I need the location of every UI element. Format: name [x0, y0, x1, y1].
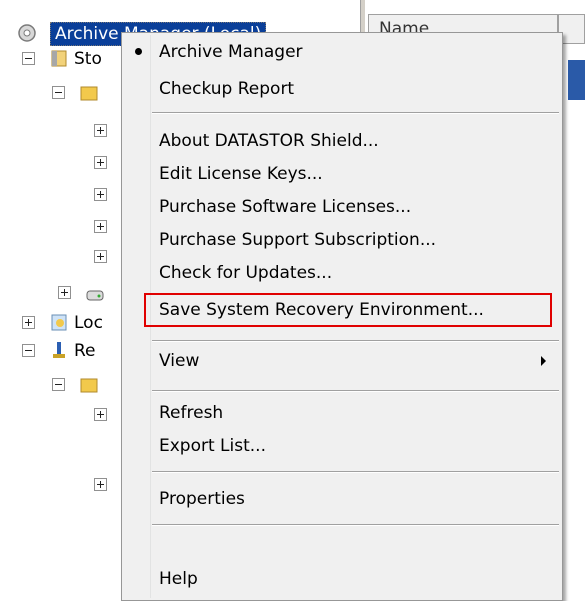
- menu-item-view[interactable]: View: [159, 348, 199, 374]
- menu-separator: [152, 471, 559, 473]
- tree-node-item[interactable]: [94, 246, 114, 270]
- archive-manager-icon: [18, 24, 36, 42]
- tree-node-drive[interactable]: [58, 282, 128, 306]
- local-icon: [51, 314, 67, 331]
- tree-node-child[interactable]: [52, 374, 122, 398]
- folder-icon: [80, 378, 98, 393]
- menu-item-refresh[interactable]: Refresh: [159, 400, 223, 426]
- collapse-icon[interactable]: [22, 52, 35, 65]
- context-menu: Archive Manager Checkup Report About DAT…: [121, 32, 563, 601]
- tree-node-storage[interactable]: Sto: [22, 48, 132, 72]
- collapse-icon[interactable]: [52, 86, 65, 99]
- highlight-box: [144, 293, 552, 327]
- expand-icon[interactable]: [94, 408, 107, 421]
- submenu-arrow-icon: [541, 356, 546, 366]
- menu-separator: [152, 112, 559, 114]
- expand-icon[interactable]: [94, 124, 107, 137]
- menu-separator: [152, 390, 559, 392]
- tree-node-child[interactable]: [52, 82, 132, 106]
- menu-item-check-for-updates[interactable]: Check for Updates...: [159, 260, 332, 286]
- menu-item-about[interactable]: About DATASTOR Shield...: [159, 128, 379, 154]
- tree-node-item[interactable]: [94, 184, 114, 208]
- menu-item-purchase-software-licenses[interactable]: Purchase Software Licenses...: [159, 194, 411, 220]
- tree-node-label: Sto: [74, 49, 102, 69]
- expand-icon[interactable]: [94, 156, 107, 169]
- tree-node-remote[interactable]: Re: [22, 340, 132, 364]
- expand-icon[interactable]: [94, 250, 107, 263]
- tree-node-item[interactable]: [94, 216, 114, 240]
- remote-icon: [53, 342, 65, 358]
- list-selection: [568, 60, 585, 100]
- drive-icon: [86, 290, 104, 301]
- tree-node-item[interactable]: [94, 120, 114, 144]
- tree-node-item[interactable]: [94, 152, 114, 176]
- menu-item-checkup-report[interactable]: Checkup Report: [159, 76, 294, 102]
- expand-icon[interactable]: [58, 286, 71, 299]
- tree-node-item[interactable]: [94, 404, 114, 428]
- expand-icon[interactable]: [22, 316, 35, 329]
- expand-icon[interactable]: [94, 220, 107, 233]
- menu-separator: [152, 524, 559, 526]
- menu-item-properties[interactable]: Properties: [159, 486, 245, 512]
- collapse-icon[interactable]: [22, 344, 35, 357]
- menu-item-edit-license-keys[interactable]: Edit License Keys...: [159, 161, 323, 187]
- bullet-icon: [135, 48, 142, 55]
- storage-icon: [51, 50, 67, 67]
- tree-node-item[interactable]: [94, 474, 114, 498]
- collapse-icon[interactable]: [52, 378, 65, 391]
- menu-separator: [152, 340, 559, 342]
- menu-item-archive-manager[interactable]: Archive Manager: [159, 39, 303, 65]
- tree-node-label: Re: [74, 341, 96, 361]
- tree-node-local[interactable]: Loc: [22, 312, 132, 336]
- expand-icon[interactable]: [94, 188, 107, 201]
- menu-item-help[interactable]: Help: [159, 566, 198, 592]
- folder-icon: [80, 86, 98, 101]
- expand-icon[interactable]: [94, 478, 107, 491]
- menu-item-export-list[interactable]: Export List...: [159, 433, 266, 459]
- tree-node-label: Loc: [74, 313, 103, 333]
- menu-item-purchase-support-subscription[interactable]: Purchase Support Subscription...: [159, 227, 436, 253]
